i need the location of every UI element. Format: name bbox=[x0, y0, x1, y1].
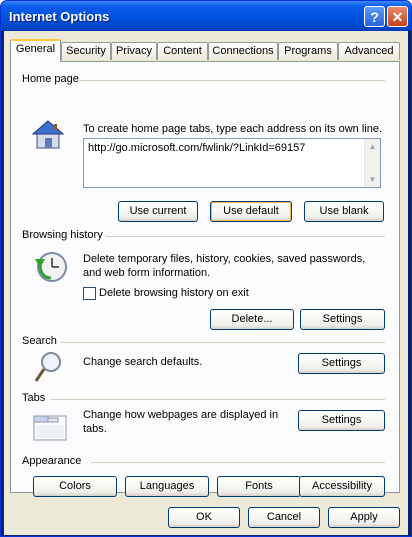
tabs-section-label: Tabs bbox=[22, 392, 46, 404]
tab-privacy[interactable]: Privacy bbox=[111, 42, 157, 60]
scroll-up-icon[interactable]: ▲ bbox=[366, 140, 379, 153]
accessibility-button[interactable]: Accessibility bbox=[299, 476, 385, 497]
window-title: Internet Options bbox=[9, 9, 110, 24]
cancel-button[interactable]: Cancel bbox=[248, 507, 320, 528]
use-blank-button[interactable]: Use blank bbox=[304, 201, 384, 222]
tab-connections[interactable]: Connections bbox=[208, 42, 278, 60]
apply-button[interactable]: Apply bbox=[328, 507, 400, 528]
tab-advanced[interactable]: Advanced bbox=[338, 42, 400, 60]
tabs-settings-button[interactable]: Settings bbox=[298, 410, 385, 431]
delete-on-exit-label[interactable]: Delete browsing history on exit bbox=[99, 286, 249, 300]
home-page-description: To create home page tabs, type each addr… bbox=[83, 123, 383, 135]
tabs-description: Change how webpages are displayed in tab… bbox=[83, 409, 279, 435]
use-current-button[interactable]: Use current bbox=[118, 201, 198, 222]
browsing-history-label: Browsing history bbox=[22, 229, 103, 241]
search-label: Search bbox=[22, 335, 57, 347]
fonts-button[interactable]: Fonts bbox=[217, 476, 301, 497]
history-clock-icon bbox=[35, 252, 67, 282]
browsing-history-description: Delete temporary files, history, cookies… bbox=[83, 253, 366, 279]
scroll-down-icon[interactable]: ▼ bbox=[366, 173, 379, 186]
search-settings-button[interactable]: Settings bbox=[298, 353, 385, 374]
tab-programs[interactable]: Programs bbox=[278, 42, 338, 60]
use-default-button[interactable]: Use default bbox=[210, 201, 292, 222]
home-icon bbox=[31, 120, 65, 149]
tab-strip: General Security Privacy Content Connect… bbox=[10, 39, 400, 62]
colors-button[interactable]: Colors bbox=[33, 476, 117, 497]
appearance-label: Appearance bbox=[22, 455, 82, 467]
title-bar[interactable]: Internet Options ? ✕ bbox=[1, 1, 411, 31]
delete-history-button[interactable]: Delete... bbox=[210, 309, 294, 330]
home-page-label: Home page bbox=[22, 73, 79, 85]
home-page-divider bbox=[79, 80, 385, 81]
tabs-window-icon bbox=[33, 415, 67, 441]
ok-button[interactable]: OK bbox=[168, 507, 240, 528]
general-panel: Home page To create home page tabs, type… bbox=[10, 61, 400, 497]
tab-security[interactable]: Security bbox=[61, 42, 111, 60]
tab-content[interactable]: Content bbox=[157, 42, 208, 60]
search-magnifier-icon bbox=[34, 352, 61, 382]
internet-options-window: Internet Options ? ✕ General Security Pr… bbox=[0, 0, 412, 537]
home-page-url-value: http://go.microsoft.com/fwlink/?LinkId=6… bbox=[88, 142, 306, 154]
home-page-scrollbar[interactable]: ▲ ▼ bbox=[364, 139, 380, 187]
browsing-history-divider bbox=[106, 236, 385, 237]
search-divider bbox=[61, 342, 385, 343]
delete-on-exit-checkbox[interactable] bbox=[83, 287, 96, 300]
tabs-divider bbox=[51, 399, 385, 400]
dialog-client: General Security Privacy Content Connect… bbox=[4, 31, 408, 535]
languages-button[interactable]: Languages bbox=[125, 476, 209, 497]
search-description: Change search defaults. bbox=[83, 356, 203, 368]
help-button[interactable]: ? bbox=[364, 6, 385, 27]
history-settings-button[interactable]: Settings bbox=[300, 309, 385, 330]
home-page-url-input[interactable]: http://go.microsoft.com/fwlink/?LinkId=6… bbox=[83, 138, 381, 188]
tab-general[interactable]: General bbox=[10, 39, 61, 62]
close-button[interactable]: ✕ bbox=[387, 6, 408, 27]
appearance-divider bbox=[91, 462, 385, 463]
